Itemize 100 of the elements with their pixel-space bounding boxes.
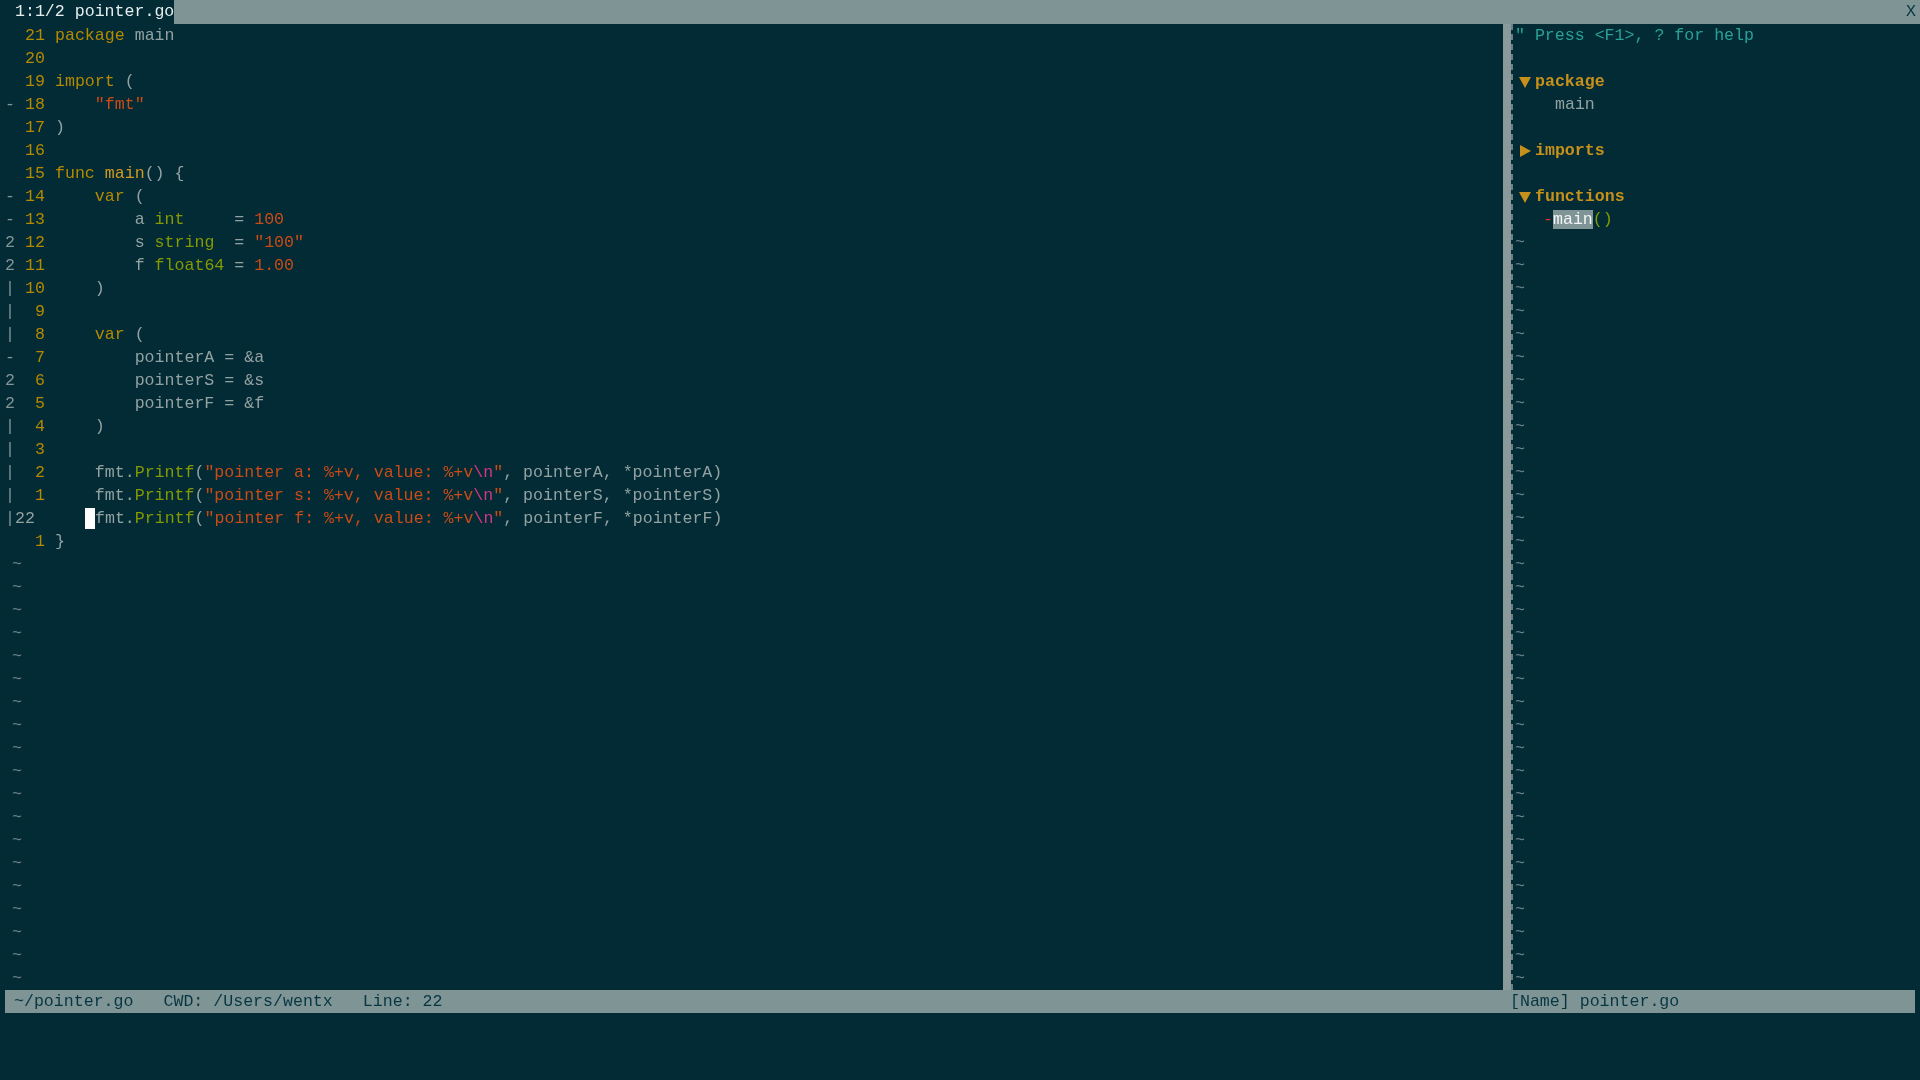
line-number: 9 (34, 301, 45, 323)
sign-marker: | (5, 417, 15, 436)
line-number: 1 (34, 531, 45, 553)
empty-line-marker: ~ (1514, 692, 1525, 714)
code-line: var ( (93, 186, 145, 208)
line-number: 16 (24, 140, 45, 162)
code-line: import ( (54, 71, 135, 93)
sign-marker: - (5, 187, 15, 206)
sign-marker: | (5, 279, 15, 298)
empty-line-marker: ~ (11, 830, 22, 852)
empty-line-marker: ~ (11, 738, 22, 760)
sign-marker: - (5, 210, 15, 229)
tree-section[interactable]: package (1513, 70, 1605, 93)
line-number: 15 (24, 163, 45, 185)
line-number: 5 (34, 393, 45, 415)
empty-line-marker: ~ (11, 692, 22, 714)
code-line: f float64 = 1.00 (133, 255, 295, 277)
empty-line-marker: ~ (1514, 600, 1525, 622)
empty-line-marker: ~ (11, 669, 22, 691)
empty-line-marker: ~ (1514, 623, 1525, 645)
empty-line-marker: ~ (1514, 899, 1525, 921)
empty-line-marker: ~ (1514, 255, 1525, 277)
line-number: 2 (34, 462, 45, 484)
empty-line-marker: ~ (1514, 784, 1525, 806)
code-line: fmt.Printf("pointer s: %+v, value: %+v\n", pointerS, *pointerS) (93, 485, 723, 507)
code-line: pointerF = &f (133, 393, 265, 415)
empty-line-marker: ~ (1514, 232, 1525, 254)
empty-line-marker: ~ (1514, 301, 1525, 323)
code-line: pointerS = &s (133, 370, 265, 392)
line-number: 8 (34, 324, 45, 346)
line-number: 17 (24, 117, 45, 139)
code-line: s string = "100" (133, 232, 304, 254)
line-number: 1 (34, 485, 45, 507)
line-number: 3 (34, 439, 45, 461)
line-number: 4 (34, 416, 45, 438)
line-number: 11 (24, 255, 45, 277)
line-number: 21 (24, 25, 45, 47)
empty-line-marker: ~ (11, 784, 22, 806)
code-line: package main (54, 25, 175, 47)
empty-line-marker: ~ (1514, 853, 1525, 875)
empty-line-marker: ~ (11, 623, 22, 645)
line-number: 10 (24, 278, 45, 300)
sign-marker: 2 (5, 394, 15, 413)
sign-marker: 2 (5, 256, 15, 275)
empty-line-marker: ~ (1514, 945, 1525, 967)
empty-line-marker: ~ (1514, 646, 1525, 668)
sign-marker: | (5, 440, 15, 459)
empty-line-marker: ~ (11, 577, 22, 599)
status-text: [Name] pointer.go (1509, 991, 1680, 1013)
empty-line-marker: ~ (1514, 830, 1525, 852)
line-number: 20 (24, 48, 45, 70)
sign-marker: - (5, 95, 15, 114)
empty-line-marker: ~ (1514, 876, 1525, 898)
tab[interactable]: 1:1/2 pointer.go (0, 0, 175, 24)
empty-line-marker: ~ (11, 899, 22, 921)
code-line: fmt.Printf("pointer a: %+v, value: %+v\n", pointerA, *pointerA) (93, 462, 723, 484)
tree-section[interactable]: imports (1513, 139, 1605, 162)
empty-line-marker: ~ (1514, 761, 1525, 783)
empty-line-marker: ~ (11, 646, 22, 668)
empty-line-marker: ~ (11, 945, 22, 967)
empty-line-marker: ~ (1514, 462, 1525, 484)
sign-marker: | (5, 463, 15, 482)
tree-section[interactable]: functions (1513, 185, 1625, 208)
empty-line-marker: ~ (1514, 347, 1525, 369)
empty-line-marker: ~ (11, 807, 22, 829)
code-line: a int = 100 (133, 209, 285, 231)
sign-marker: | (5, 325, 15, 344)
code-line: "fmt" (93, 94, 145, 116)
empty-line-marker: ~ (1514, 922, 1525, 944)
code-line: } (54, 531, 65, 553)
tree-item[interactable]: -main() (1513, 208, 1613, 231)
empty-line-marker: ~ (1514, 669, 1525, 691)
empty-line-marker: ~ (1514, 715, 1525, 737)
sign-marker: 2 (5, 233, 15, 252)
code-line: ) (93, 278, 105, 300)
status-text: CWD: /Users/wentx (163, 991, 333, 1013)
line-number: 7 (34, 347, 45, 369)
code-line: pointerA = &a (133, 347, 265, 369)
line-number: 19 (24, 71, 45, 93)
sign-marker: 2 (5, 371, 15, 390)
code-line: fmt.Printf("pointer f: %+v, value: %+v\n", pointerF, *pointerF) (95, 508, 723, 530)
empty-line-marker: ~ (1514, 807, 1525, 829)
code-line: var ( (93, 324, 145, 346)
code-line: func main() { (54, 163, 185, 185)
empty-line-marker: ~ (1514, 577, 1525, 599)
sign-marker: | (5, 509, 15, 528)
sign-marker: | (5, 486, 15, 505)
tree-item[interactable]: main (1513, 93, 1595, 116)
empty-line-marker: ~ (1514, 554, 1525, 576)
empty-line-marker: ~ (11, 968, 22, 990)
empty-line-marker: ~ (11, 600, 22, 622)
line-number: 12 (24, 232, 45, 254)
empty-line-marker: ~ (1514, 485, 1525, 507)
empty-line-marker: ~ (1514, 393, 1525, 415)
sign-marker: | (5, 302, 15, 321)
line-number: 22 (15, 508, 36, 530)
empty-line-marker: ~ (11, 876, 22, 898)
empty-line-marker: ~ (1514, 278, 1525, 300)
empty-line-marker: ~ (11, 853, 22, 875)
close-button[interactable]: X (1902, 0, 1920, 24)
